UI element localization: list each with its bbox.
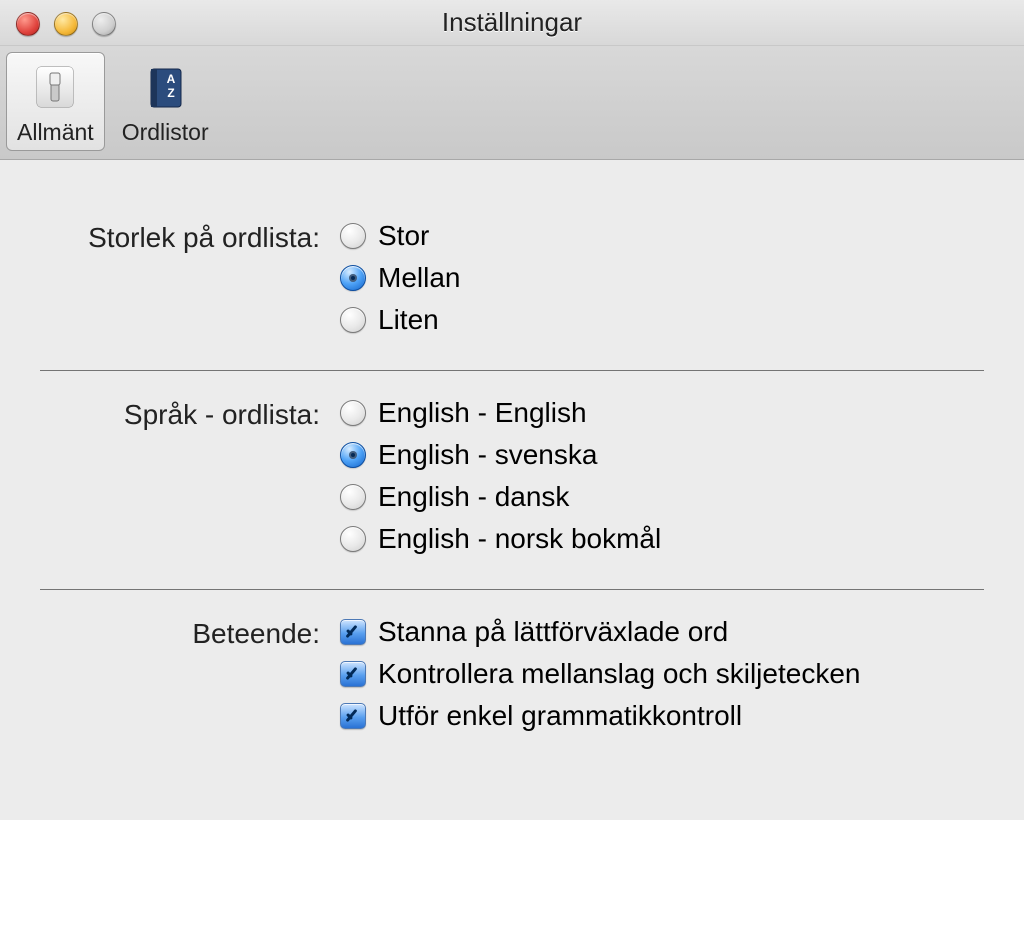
radio-size-large[interactable]: Stor: [340, 220, 984, 252]
window-title: Inställningar: [0, 0, 1024, 45]
svg-text:A: A: [167, 72, 176, 86]
option-label: Liten: [378, 304, 439, 336]
section-language: Språk - ordlista: English - English Engl…: [40, 377, 984, 583]
option-label: English - English: [378, 397, 587, 429]
svg-text:Z: Z: [167, 86, 174, 100]
radio-lang-en-en[interactable]: English - English: [340, 397, 984, 429]
toolbar-tab-wordlists[interactable]: A Z Ordlistor: [111, 52, 220, 151]
checkbox-spacing[interactable]: Kontrollera mellanslag och skiljetecken: [340, 658, 984, 690]
checkbox-confusable[interactable]: Stanna på lättförväxlade ord: [340, 616, 984, 648]
radio-lang-en-da[interactable]: English - dansk: [340, 481, 984, 513]
radio-icon: [340, 265, 366, 291]
toolbar-tab-label: Allmänt: [17, 119, 94, 146]
titlebar: Inställningar: [0, 0, 1024, 46]
preferences-window: Inställningar Allmänt: [0, 0, 1024, 820]
radio-icon: [340, 307, 366, 333]
book-icon: A Z: [137, 59, 193, 115]
toolbar-tab-general[interactable]: Allmänt: [6, 52, 105, 151]
radio-lang-en-sv[interactable]: English - svenska: [340, 439, 984, 471]
checkbox-icon: [340, 661, 366, 687]
section-label: Storlek på ordlista:: [40, 220, 340, 336]
divider: [40, 589, 984, 590]
section-label: Beteende:: [40, 616, 340, 732]
divider: [40, 370, 984, 371]
option-label: Stor: [378, 220, 429, 252]
option-label: English - norsk bokmål: [378, 523, 661, 555]
checkbox-icon: [340, 619, 366, 645]
toolbar: Allmänt A Z Ordlistor: [0, 46, 1024, 160]
switch-icon: [27, 59, 83, 115]
section-behaviour: Beteende: Stanna på lättförväxlade ord K…: [40, 596, 984, 760]
option-label: Stanna på lättförväxlade ord: [378, 616, 728, 648]
radio-icon: [340, 484, 366, 510]
option-label: Kontrollera mellanslag och skiljetecken: [378, 658, 860, 690]
section-size: Storlek på ordlista: Stor Mellan Liten: [40, 200, 984, 364]
option-label: Utför enkel grammatikkontroll: [378, 700, 742, 732]
toolbar-tab-label: Ordlistor: [122, 119, 209, 146]
radio-icon: [340, 526, 366, 552]
option-label: English - dansk: [378, 481, 569, 513]
section-label: Språk - ordlista:: [40, 397, 340, 555]
radio-icon: [340, 442, 366, 468]
radio-icon: [340, 400, 366, 426]
radio-size-medium[interactable]: Mellan: [340, 262, 984, 294]
checkbox-icon: [340, 703, 366, 729]
radio-icon: [340, 223, 366, 249]
option-label: English - svenska: [378, 439, 597, 471]
content: Storlek på ordlista: Stor Mellan Liten S…: [0, 160, 1024, 820]
radio-size-small[interactable]: Liten: [340, 304, 984, 336]
option-label: Mellan: [378, 262, 460, 294]
radio-lang-en-nb[interactable]: English - norsk bokmål: [340, 523, 984, 555]
checkbox-grammar[interactable]: Utför enkel grammatikkontroll: [340, 700, 984, 732]
